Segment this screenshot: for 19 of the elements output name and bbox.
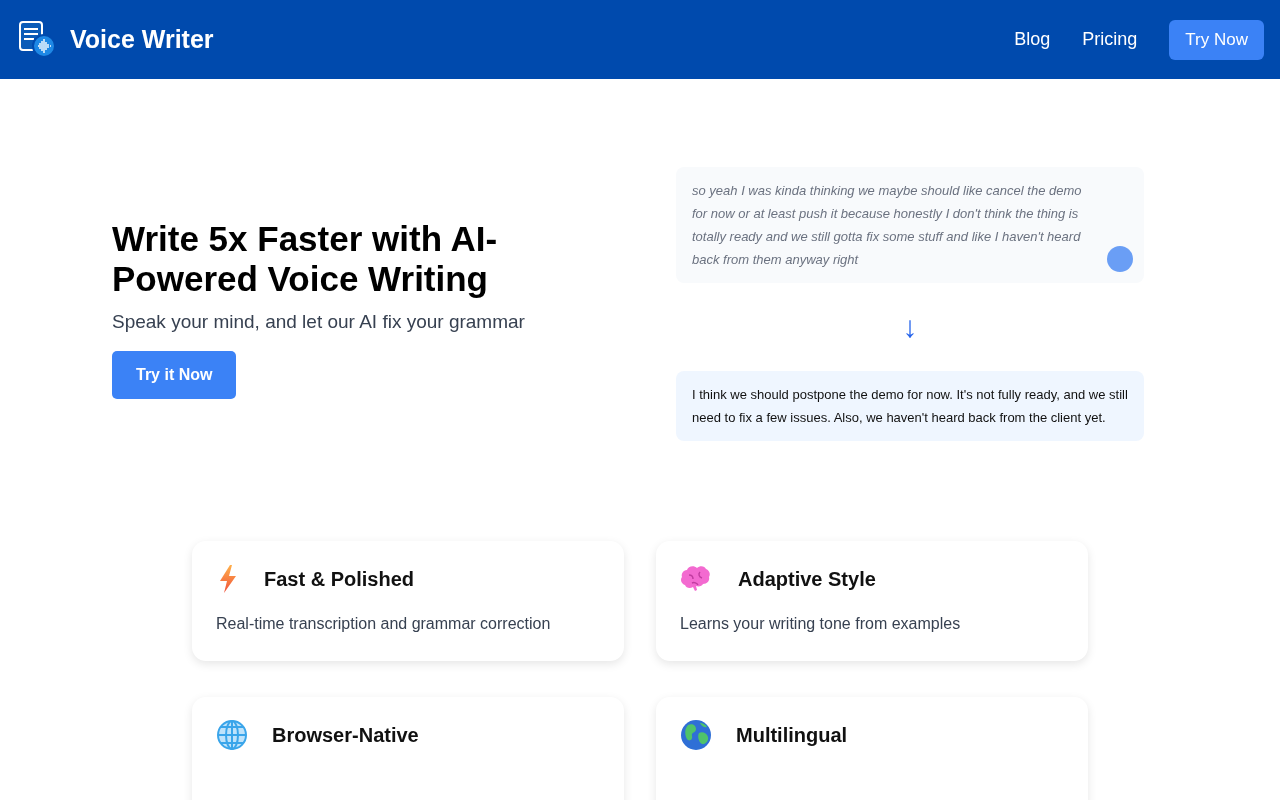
down-arrow: ↓	[901, 309, 919, 345]
earth-icon	[680, 719, 712, 751]
nav-link[interactable]: Blog	[1014, 29, 1051, 50]
hero-title: Write 5x Faster with AI-Powered Voice Writing	[112, 219, 499, 299]
hero-subtitle: Speak your mind, and let our AI fix your grammar	[112, 311, 526, 333]
brand-name[interactable]: Voice Writer	[70, 25, 214, 54]
try-it-now-button[interactable]: Try it Now	[112, 351, 237, 399]
feature-title: Fast & Polished	[264, 567, 415, 591]
raw-transcript: so yeah I was kinda thinking we maybe should like cancel the demo for now or at least push it because honestly I don't think the thing is totally ready and we still gotta fix some stuff and like I haven't heard back from them anyway right	[692, 182, 1083, 269]
corrected-text: I think we should postpone the demo for now. It's not fully ready, and we still need to fix a few issues. Also, we haven't heard back from the client yet.	[692, 386, 1128, 427]
recording-dot-icon	[1107, 246, 1133, 272]
nav-link[interactable]: Pricing	[1082, 29, 1138, 50]
try-now-button[interactable]: Try Now	[1169, 19, 1264, 60]
globe-icon	[216, 719, 248, 751]
feature-description: Learns your writing tone from examples	[680, 615, 962, 633]
feature-description: Real-time transcription and grammar correction	[216, 615, 552, 633]
feature-title: Multilingual	[736, 723, 848, 747]
feature-title: Adaptive Style	[738, 567, 876, 591]
feature-title: Browser-Native	[272, 723, 419, 747]
